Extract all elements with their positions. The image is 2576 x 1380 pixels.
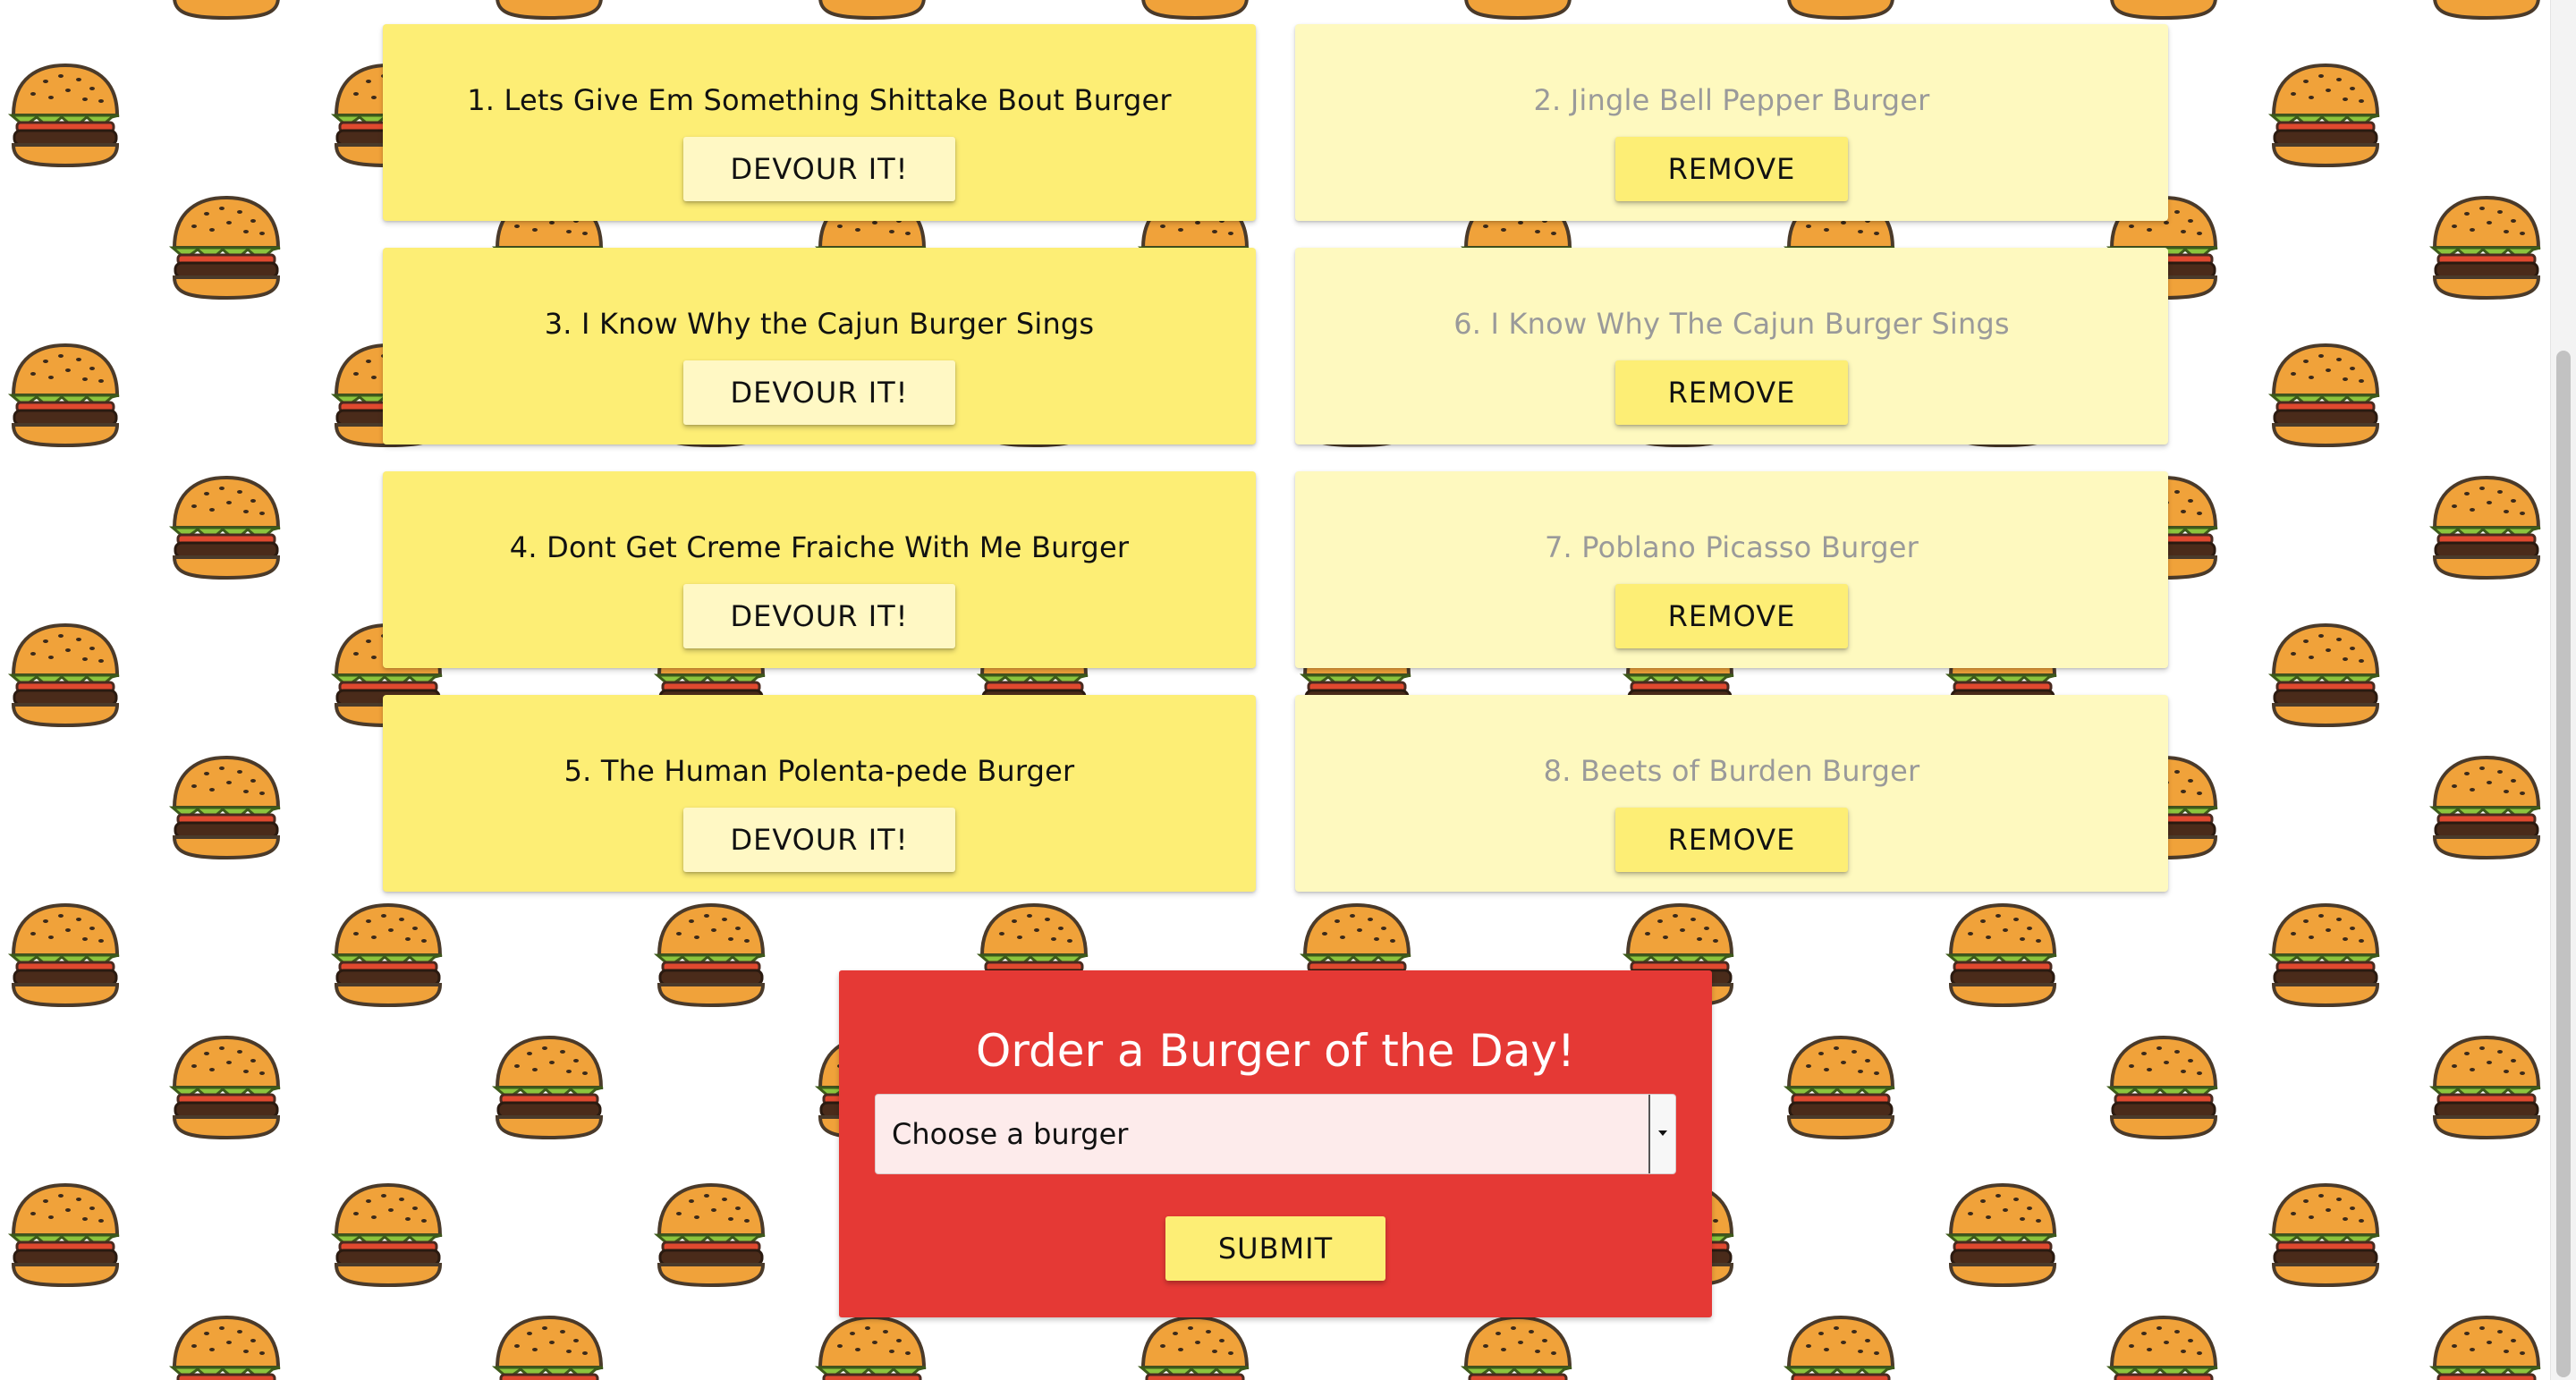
burger-icon — [171, 1036, 282, 1139]
devour-button[interactable]: DEVOUR IT! — [683, 360, 955, 425]
burger-icon — [1140, 0, 1250, 20]
burger-icon — [1462, 0, 1573, 20]
burger-name: 7. Poblano Picasso Burger — [1544, 530, 1919, 564]
devour-button[interactable]: DEVOUR IT! — [683, 584, 955, 648]
burger-icon — [171, 196, 282, 300]
burger-icon — [10, 623, 121, 727]
burger-icon — [10, 63, 121, 167]
burger-icon — [656, 903, 767, 1007]
order-form-title: Order a Burger of the Day! — [976, 1025, 1575, 1077]
burger-icon — [2108, 0, 2219, 20]
burger-name: 8. Beets of Burden Burger — [1543, 754, 1920, 788]
burger-icon — [1947, 1183, 2058, 1287]
burger-icon — [2431, 1316, 2542, 1380]
burger-card: 5. The Human Polenta-pede Burger DEVOUR I… — [383, 695, 1256, 892]
scrollbar-thumb[interactable] — [2556, 351, 2571, 1377]
burger-select-value: Choose a burger — [892, 1117, 1129, 1151]
burger-icon — [171, 756, 282, 859]
burger-name: 2. Jingle Bell Pepper Burger — [1533, 83, 1930, 117]
burger-icon — [2431, 476, 2542, 580]
burger-icon — [1785, 1316, 1896, 1380]
remove-button[interactable]: REMOVE — [1615, 808, 1848, 872]
burger-name: 5. The Human Polenta-pede Burger — [564, 754, 1075, 788]
burger-icon — [2431, 1036, 2542, 1139]
burger-icon — [2108, 1316, 2219, 1380]
burger-icon — [2270, 63, 2381, 167]
burger-select-dropdown[interactable]: Choose a burger — [875, 1094, 1676, 1174]
burger-icon — [494, 1316, 605, 1380]
remove-button[interactable]: REMOVE — [1615, 360, 1848, 425]
burger-icon — [171, 1316, 282, 1380]
burger-icon — [2270, 903, 2381, 1007]
burger-name: 1. Lets Give Em Something Shittake Bout … — [467, 83, 1172, 117]
burger-icon — [1462, 1316, 1573, 1380]
burger-icon — [2270, 623, 2381, 727]
burger-icon — [10, 1183, 121, 1287]
burger-card: 2. Jingle Bell Pepper Burger REMOVE — [1295, 24, 2168, 221]
burger-icon — [2108, 1036, 2219, 1139]
burger-card: 3. I Know Why the Cajun Burger Sings DEVO… — [383, 248, 1256, 444]
burger-icon — [10, 343, 121, 447]
burger-icon — [1785, 0, 1896, 20]
burger-icon — [817, 0, 928, 20]
burger-card: 6. I Know Why The Cajun Burger Sings REMO… — [1295, 248, 2168, 444]
remove-button[interactable]: REMOVE — [1615, 137, 1848, 201]
burger-icon — [494, 0, 605, 20]
chevron-down-icon — [1658, 1130, 1667, 1136]
burger-name: 4. Dont Get Creme Fraiche With Me Burger — [509, 530, 1130, 564]
dropdown-arrow-box[interactable] — [1648, 1095, 1675, 1173]
burger-icon — [1947, 903, 2058, 1007]
burger-icon — [171, 0, 282, 20]
burger-icon — [494, 1036, 605, 1139]
burger-icon — [1140, 1316, 1250, 1380]
order-burger-panel: Order a Burger of the Day! Choose a burg… — [839, 970, 1712, 1317]
remove-button[interactable]: REMOVE — [1615, 584, 1848, 648]
burger-icon — [2431, 196, 2542, 300]
burger-icon — [2270, 1183, 2381, 1287]
burger-name: 3. I Know Why the Cajun Burger Sings — [544, 307, 1095, 341]
burger-icon — [656, 1183, 767, 1287]
burger-icon — [333, 903, 444, 1007]
burger-card: 7. Poblano Picasso Burger REMOVE — [1295, 471, 2168, 668]
devour-button[interactable]: DEVOUR IT! — [683, 137, 955, 201]
burger-icon — [2431, 0, 2542, 20]
burger-icon — [10, 903, 121, 1007]
burger-card: 8. Beets of Burden Burger REMOVE — [1295, 695, 2168, 892]
submit-button[interactable]: SUBMIT — [1165, 1216, 1385, 1281]
devour-button[interactable]: DEVOUR IT! — [683, 808, 955, 872]
burger-icon — [2431, 756, 2542, 859]
burger-card: 1. Lets Give Em Something Shittake Bout … — [383, 24, 1256, 221]
burger-icon — [333, 1183, 444, 1287]
burger-name: 6. I Know Why The Cajun Burger Sings — [1453, 307, 2010, 341]
burger-icon — [817, 1316, 928, 1380]
burger-card: 4. Dont Get Creme Fraiche With Me Burger… — [383, 471, 1256, 668]
burger-icon — [1785, 1036, 1896, 1139]
burger-icon — [2270, 343, 2381, 447]
page-scrollbar[interactable] — [2550, 0, 2576, 1380]
burger-icon — [171, 476, 282, 580]
